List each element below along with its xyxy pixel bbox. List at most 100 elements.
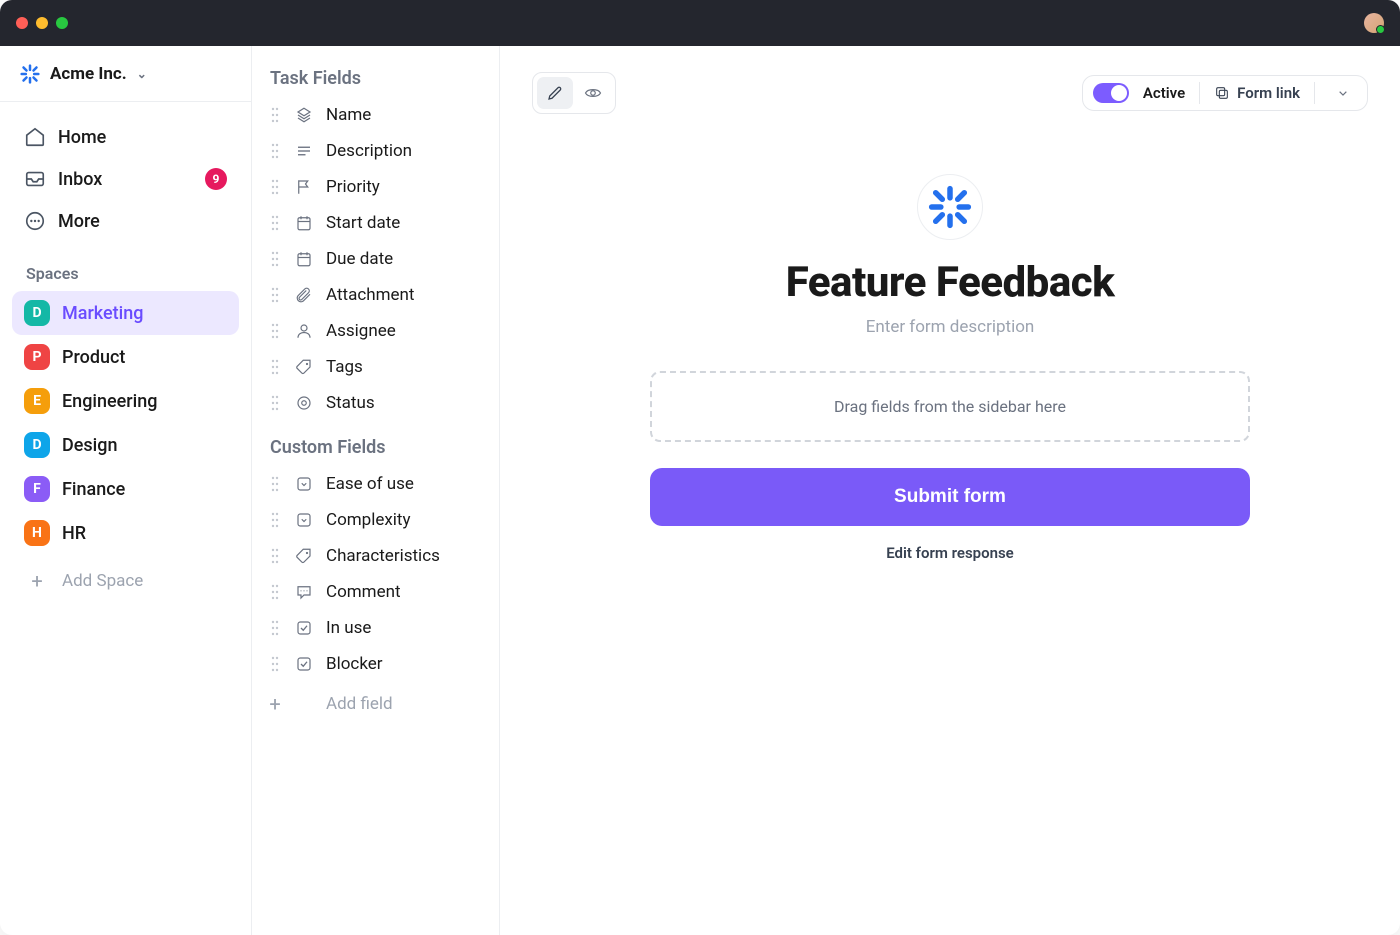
field-label: Due date <box>326 249 393 269</box>
org-name: Acme Inc. <box>50 64 127 84</box>
field-start-date[interactable]: Start date <box>262 205 489 241</box>
space-item-finance[interactable]: F Finance <box>12 467 239 511</box>
space-avatar: P <box>24 344 50 370</box>
space-label: Product <box>62 347 125 368</box>
form-logo[interactable] <box>917 174 983 240</box>
maximize-window-button[interactable] <box>56 17 68 29</box>
field-comment[interactable]: Comment <box>262 574 489 610</box>
submit-form-button[interactable]: Submit form <box>650 468 1250 526</box>
drag-handle-icon[interactable] <box>268 323 282 339</box>
chevron-down-icon <box>1335 85 1351 101</box>
edit-form-response-link[interactable]: Edit form response <box>650 544 1250 562</box>
field-priority[interactable]: Priority <box>262 169 489 205</box>
field-label: Assignee <box>326 321 396 341</box>
space-avatar: F <box>24 476 50 502</box>
space-avatar: D <box>24 432 50 458</box>
inbox-icon <box>24 168 46 190</box>
titlebar <box>0 0 1400 46</box>
preview-mode-button[interactable] <box>575 77 611 109</box>
nav-label: More <box>58 211 100 232</box>
comment-icon <box>294 582 314 602</box>
space-avatar: H <box>24 520 50 546</box>
calendar-icon <box>294 213 314 233</box>
flag-icon <box>294 177 314 197</box>
add-field-button[interactable]: + Add field <box>262 682 489 726</box>
drag-handle-icon[interactable] <box>268 287 282 303</box>
close-window-button[interactable] <box>16 17 28 29</box>
burst-icon <box>928 185 972 229</box>
drag-handle-icon[interactable] <box>268 584 282 600</box>
field-label: Ease of use <box>326 474 414 494</box>
space-label: HR <box>62 523 86 544</box>
plus-icon: + <box>24 569 50 593</box>
drag-handle-icon[interactable] <box>268 215 282 231</box>
field-label: Comment <box>326 582 401 602</box>
field-blocker[interactable]: Blocker <box>262 646 489 682</box>
nav-label: Home <box>58 127 106 148</box>
form-title[interactable]: Feature Feedback <box>650 258 1250 307</box>
active-toggle[interactable] <box>1093 83 1129 103</box>
drag-handle-icon[interactable] <box>268 359 282 375</box>
drag-handle-icon[interactable] <box>268 512 282 528</box>
field-label: Blocker <box>326 654 383 674</box>
field-tags[interactable]: Tags <box>262 349 489 385</box>
inbox-badge: 9 <box>205 168 227 190</box>
nav-home[interactable]: Home <box>12 116 239 158</box>
drag-handle-icon[interactable] <box>268 395 282 411</box>
drag-handle-icon[interactable] <box>268 107 282 123</box>
space-item-product[interactable]: P Product <box>12 335 239 379</box>
field-name[interactable]: Name <box>262 97 489 133</box>
field-dropzone[interactable]: Drag fields from the sidebar here <box>650 371 1250 442</box>
field-due-date[interactable]: Due date <box>262 241 489 277</box>
form-editor-main: Active Form link Feature Feedback <box>500 46 1400 935</box>
space-avatar: E <box>24 388 50 414</box>
field-label: Tags <box>326 357 363 377</box>
space-item-hr[interactable]: H HR <box>12 511 239 555</box>
space-item-marketing[interactable]: DMarketing <box>12 291 239 335</box>
field-complexity[interactable]: Complexity <box>262 502 489 538</box>
form-menu-button[interactable] <box>1329 85 1357 101</box>
nav-inbox[interactable]: Inbox 9 <box>12 158 239 200</box>
drag-handle-icon[interactable] <box>268 251 282 267</box>
layers-icon <box>294 105 314 125</box>
drag-handle-icon[interactable] <box>268 620 282 636</box>
user-avatar[interactable] <box>1364 13 1384 33</box>
dropdown-icon <box>294 474 314 494</box>
dropdown-icon <box>294 510 314 530</box>
task-fields-heading: Task Fields <box>262 64 489 97</box>
field-status[interactable]: Status <box>262 385 489 421</box>
field-assignee[interactable]: Assignee <box>262 313 489 349</box>
copy-icon <box>1214 85 1230 101</box>
drag-handle-icon[interactable] <box>268 656 282 672</box>
space-label: Finance <box>62 479 125 500</box>
space-item-engineering[interactable]: E Engineering <box>12 379 239 423</box>
space-label: Marketing <box>62 303 143 324</box>
nav-more[interactable]: More <box>12 200 239 242</box>
form-description-input[interactable]: Enter form description <box>650 317 1250 337</box>
field-label: Complexity <box>326 510 411 530</box>
edit-mode-button[interactable] <box>537 77 573 109</box>
drag-handle-icon[interactable] <box>268 179 282 195</box>
add-space-button[interactable]: + Add Space <box>12 555 239 607</box>
drag-handle-icon[interactable] <box>268 476 282 492</box>
space-item-design[interactable]: D Design <box>12 423 239 467</box>
calendar-icon <box>294 249 314 269</box>
space-label: Engineering <box>62 391 157 412</box>
field-characteristics[interactable]: Characteristics <box>262 538 489 574</box>
org-switcher[interactable]: Acme Inc. ⌄ <box>0 46 251 102</box>
drag-handle-icon[interactable] <box>268 143 282 159</box>
field-label: In use <box>326 618 371 638</box>
minimize-window-button[interactable] <box>36 17 48 29</box>
checkbox-icon <box>294 654 314 674</box>
form-canvas: Feature Feedback Enter form description … <box>650 174 1250 562</box>
fields-sidebar: Task Fields NameDescriptionPriorityStart… <box>252 46 500 935</box>
field-description[interactable]: Description <box>262 133 489 169</box>
space-label: Design <box>62 435 117 456</box>
window-controls <box>16 17 68 29</box>
field-ease-of-use[interactable]: Ease of use <box>262 466 489 502</box>
field-label: Characteristics <box>326 546 440 566</box>
field-in-use[interactable]: In use <box>262 610 489 646</box>
drag-handle-icon[interactable] <box>268 548 282 564</box>
form-link-button[interactable]: Form link <box>1214 84 1300 102</box>
field-attachment[interactable]: Attachment <box>262 277 489 313</box>
